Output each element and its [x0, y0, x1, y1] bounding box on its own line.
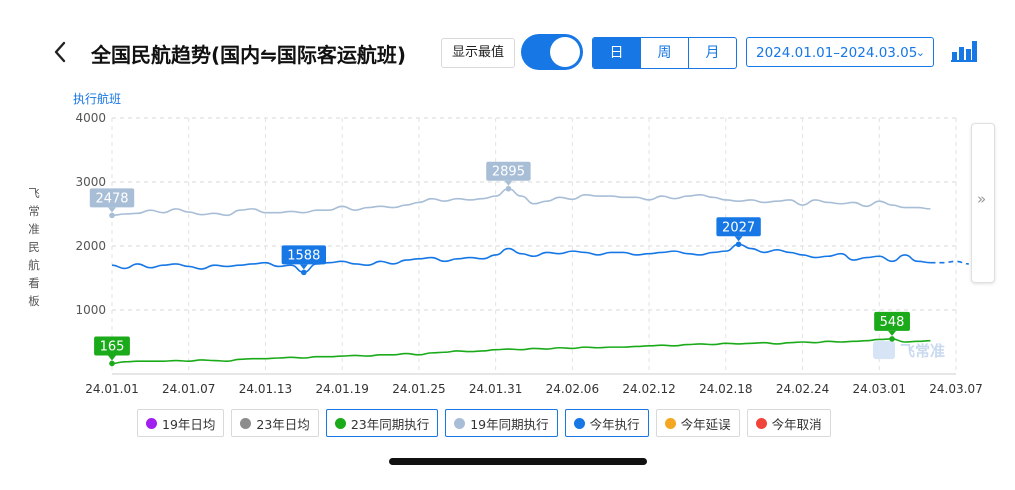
legend-dot [454, 417, 466, 429]
legend-label: 今年执行 [589, 416, 640, 432]
legend-label: 今年取消 [771, 416, 822, 432]
side-panel-handle[interactable]: » [971, 123, 995, 283]
forecast-line [930, 260, 969, 265]
data-label-text: 165 [100, 339, 125, 354]
data-point [735, 241, 742, 248]
y-tick-label: 2000 [75, 239, 106, 253]
data-point [109, 360, 115, 367]
y-tick-label: 1000 [75, 303, 106, 317]
x-tick-label: 24.03.01 [853, 382, 906, 396]
x-tick-label: 24.01.13 [239, 382, 292, 396]
legend: 19年日均 23年日均 23年同期执行 19年同期执行 今年执行 今年延误 今年… [137, 409, 838, 437]
x-tick-label: 24.03.07 [929, 382, 982, 396]
y-tick-label: 3000 [75, 175, 106, 189]
series-line [111, 338, 931, 365]
data-label-pointer [734, 236, 743, 242]
legend-item-cancel[interactable]: 今年取消 [746, 409, 831, 437]
series-line [111, 187, 931, 217]
x-tick-label: 24.01.01 [85, 382, 138, 396]
home-indicator [389, 458, 647, 465]
x-tick-label: 24.02.06 [546, 382, 599, 396]
x-tick-label: 24.02.18 [699, 382, 752, 396]
double-chevron-right-icon: » [977, 190, 987, 208]
legend-item-delay[interactable]: 今年延误 [655, 409, 740, 437]
series-line [111, 243, 931, 274]
data-label-pointer [299, 264, 308, 270]
data-label-text: 1588 [287, 248, 320, 263]
watermark-logo-icon [873, 341, 895, 360]
x-tick-label: 24.02.24 [776, 382, 829, 396]
x-tick-label: 24.02.12 [622, 382, 675, 396]
legend-dot [573, 417, 585, 429]
legend-label: 19年日均 [162, 416, 216, 432]
legend-item-23-daily-avg[interactable]: 23年日均 [231, 409, 319, 437]
x-tick-label: 24.01.25 [392, 382, 445, 396]
y-tick-label: 4000 [75, 111, 106, 125]
data-label-text: 2478 [95, 191, 128, 206]
legend-dot [240, 417, 252, 429]
legend-item-19-daily-avg[interactable]: 19年日均 [137, 409, 225, 437]
line-chart: 1000 2000 3000 4000 24.01.01 24.01.07 24.01.13… [75, 111, 982, 396]
data-label-text: 2027 [722, 220, 755, 235]
legend-label: 19年同期执行 [470, 416, 549, 432]
data-label-pointer [108, 207, 116, 213]
data-label-pointer [108, 355, 116, 361]
data-label-text: 2895 [492, 165, 525, 180]
legend-label: 23年同期执行 [350, 416, 430, 432]
data-label-text: 548 [880, 315, 905, 330]
x-tick-label: 24.01.19 [315, 382, 368, 396]
legend-dot [146, 417, 157, 429]
data-label-pointer [504, 180, 513, 186]
data-point [109, 212, 115, 219]
legend-dot [755, 417, 767, 429]
legend-label: 23年日均 [256, 416, 310, 432]
legend-label: 今年延误 [680, 416, 731, 432]
legend-dot [664, 417, 676, 429]
data-label-pointer [888, 330, 897, 336]
legend-item-19-same-period[interactable]: 19年同期执行 [445, 409, 558, 437]
legend-dot [334, 417, 346, 429]
x-tick-label: 24.01.07 [162, 382, 215, 396]
legend-item-23-same-period[interactable]: 23年同期执行 [325, 409, 439, 437]
data-point [301, 269, 307, 276]
watermark-text: 飞常准 [900, 342, 945, 360]
data-point [889, 336, 895, 342]
data-point [505, 185, 512, 192]
x-tick-label: 24.01.31 [469, 382, 522, 396]
legend-item-this-year[interactable]: 今年执行 [564, 409, 649, 437]
